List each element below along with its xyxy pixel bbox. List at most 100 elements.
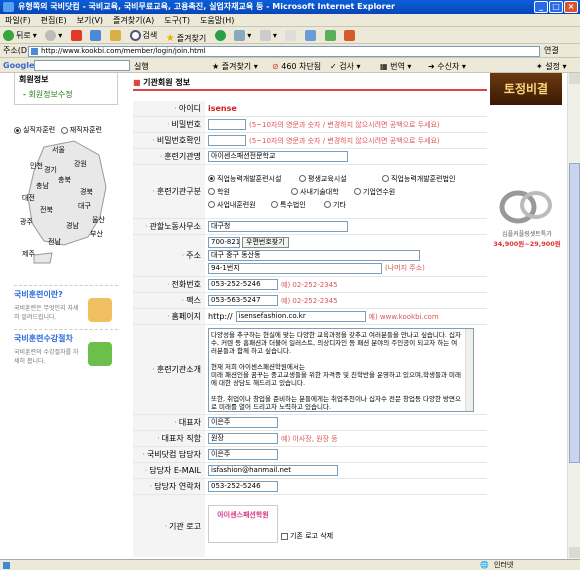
checkbox-icon bbox=[281, 532, 288, 540]
type-option[interactable]: 기타 bbox=[324, 200, 364, 210]
introduction-textarea[interactable]: 다양성을 추구하는 현실에 맞는 다양한 교육과정을 갖추고 여러분들을 만나고… bbox=[208, 327, 474, 412]
logo-delete-checkbox[interactable]: 기존 로고 삭제 bbox=[281, 531, 333, 541]
fortune-ad-banner[interactable]: 토정비결 bbox=[490, 73, 562, 105]
page-icon bbox=[31, 48, 38, 55]
phone-input[interactable]: 053-252-5246 bbox=[208, 279, 278, 290]
region-label[interactable]: 충남 bbox=[36, 181, 49, 191]
print-button[interactable] bbox=[282, 27, 299, 44]
type-option[interactable]: 학원 bbox=[208, 187, 288, 197]
info-box-procedure[interactable]: 국비훈련수강절차 국비훈련의 수강절차를 자세히 봅니다. bbox=[14, 329, 118, 369]
labor-office-input[interactable]: 대구청 bbox=[208, 221, 348, 232]
google-bookmarks-button[interactable]: ★ 즐겨찾기 ▾ bbox=[212, 61, 258, 72]
popup-blocker-button[interactable]: ⊘ 460 차단됨 bbox=[272, 61, 321, 72]
region-label[interactable]: 울산 bbox=[92, 215, 105, 225]
region-label[interactable]: 인천 bbox=[30, 161, 43, 171]
menu-view[interactable]: 보기(V) bbox=[72, 14, 108, 27]
region-label[interactable]: 충북 bbox=[58, 175, 71, 185]
maximize-button[interactable]: □ bbox=[549, 1, 563, 13]
forward-button[interactable]: ▾ bbox=[42, 27, 65, 44]
info-box-training[interactable]: 국비훈련이란? 국비훈련은 무엇인지 자세히 알려드립니다. bbox=[14, 285, 118, 325]
textarea-scrollbar[interactable] bbox=[465, 328, 473, 411]
go-button[interactable]: 연결 bbox=[544, 45, 559, 56]
research-button[interactable] bbox=[341, 27, 358, 44]
menu-help[interactable]: 도움말(H) bbox=[195, 14, 239, 27]
mail-icon bbox=[259, 30, 271, 41]
region-label[interactable]: 서울 bbox=[52, 145, 65, 155]
zipcode-input[interactable]: 700-821 bbox=[208, 237, 240, 248]
history-icon bbox=[234, 30, 246, 41]
window-titlebar: 유형쪽의 국비닷컴 - 국비교육, 국비무료교육, 고용촉진, 실업자재교육 등… bbox=[0, 0, 580, 14]
region-label[interactable]: 부산 bbox=[90, 229, 103, 239]
menu-file[interactable]: 파일(F) bbox=[0, 14, 36, 27]
ring-ad-banner[interactable]: 심플커플링셋트특가 34,900원~29,900원 bbox=[492, 183, 562, 255]
manager-input[interactable]: 이은주 bbox=[208, 449, 278, 460]
region-label[interactable]: 전남 bbox=[48, 237, 61, 247]
type-option[interactable]: 기업연수원 bbox=[354, 187, 434, 197]
member-edit-link[interactable]: - 회원정보수정 bbox=[15, 87, 117, 102]
row-introduction: 훈련기관소개 다양성을 추구하는 현실에 맞는 다양한 교육과정을 갖추고 여러… bbox=[133, 325, 487, 415]
messenger-button[interactable] bbox=[322, 27, 339, 44]
region-label[interactable]: 경기 bbox=[44, 165, 57, 175]
menu-tools[interactable]: 도구(T) bbox=[159, 14, 195, 27]
settings-button[interactable]: ✦ 설정 ▾ bbox=[536, 61, 567, 72]
radio-employed[interactable]: 재직자훈련 bbox=[60, 125, 102, 135]
row-logo: 기관 로고 아이센스패션학원 기존 로고 삭제 bbox=[133, 495, 487, 557]
password-confirm-input[interactable] bbox=[208, 135, 246, 146]
stop-button[interactable] bbox=[68, 27, 85, 44]
address2-input[interactable]: 94-1번지 bbox=[208, 263, 382, 274]
region-label[interactable]: 경북 bbox=[80, 187, 93, 197]
edit-button[interactable] bbox=[302, 27, 319, 44]
menu-favorites[interactable]: 즐겨찾기(A) bbox=[108, 14, 159, 27]
scroll-thumb[interactable] bbox=[569, 163, 580, 463]
region-label[interactable]: 강원 bbox=[74, 159, 87, 169]
refresh-button[interactable] bbox=[87, 27, 104, 44]
google-search-input[interactable] bbox=[34, 60, 130, 71]
type-option[interactable]: 직업능력개발훈련법인 bbox=[382, 174, 470, 184]
type-option[interactable]: 평생교육시설 bbox=[299, 174, 379, 184]
address-input[interactable]: http://www.kookbi.com/member/login/join.… bbox=[28, 46, 540, 57]
type-option[interactable]: 특수법인 bbox=[271, 200, 321, 210]
research-icon bbox=[344, 30, 356, 41]
homepage-input[interactable]: isensefashion.co.kr bbox=[235, 311, 366, 322]
region-label[interactable]: 대전 bbox=[22, 193, 35, 203]
scroll-down-button[interactable] bbox=[569, 547, 580, 558]
page-scrollbar[interactable] bbox=[567, 73, 580, 559]
mail-button[interactable]: ▾ bbox=[257, 27, 280, 44]
spellcheck-button[interactable]: ✓ 검사 ▾ bbox=[330, 61, 361, 72]
translate-button[interactable]: ▦ 번역 ▾ bbox=[380, 61, 411, 72]
radio-icon bbox=[324, 201, 331, 208]
institution-input[interactable]: 아이센스패션전문학교 bbox=[208, 151, 348, 162]
fax-input[interactable]: 053-563-5247 bbox=[208, 295, 278, 306]
ie-status-icon bbox=[3, 562, 10, 569]
radio-unemployed[interactable]: 실직자훈련 bbox=[14, 125, 55, 135]
ring-ad-price: 34,900원~29,900원 bbox=[493, 240, 561, 248]
rep-title-input[interactable]: 원장 bbox=[208, 433, 278, 444]
region-label[interactable]: 제주 bbox=[22, 249, 35, 259]
search-button[interactable]: 검색 bbox=[127, 27, 161, 44]
sendto-button[interactable]: ➜ 수신자 ▾ bbox=[428, 61, 466, 72]
close-button[interactable]: × bbox=[564, 1, 578, 13]
representative-input[interactable]: 이은주 bbox=[208, 417, 278, 428]
region-label[interactable]: 전북 bbox=[40, 205, 53, 215]
media-button[interactable] bbox=[212, 27, 229, 44]
minimize-button[interactable]: _ bbox=[534, 1, 548, 13]
zipcode-search-button[interactable]: 우편번호찾기 bbox=[242, 237, 289, 248]
region-label[interactable]: 경남 bbox=[66, 221, 79, 231]
back-button[interactable]: 뒤로 ▾ bbox=[0, 27, 40, 44]
contact-input[interactable]: 053-252-5246 bbox=[208, 481, 278, 492]
google-go-button[interactable]: 실행 bbox=[134, 61, 149, 72]
address1-input[interactable]: 대구 중구 동산동 bbox=[208, 250, 420, 261]
type-option[interactable]: 사내기술대학 bbox=[291, 187, 351, 197]
type-option[interactable]: 직업능력개발훈련시설 bbox=[208, 174, 296, 184]
region-label[interactable]: 광주 bbox=[20, 217, 33, 227]
block-icon: ⊘ bbox=[272, 62, 279, 71]
type-option[interactable]: 사업내훈련원 bbox=[208, 200, 268, 210]
password-input[interactable] bbox=[208, 119, 246, 130]
home-button[interactable] bbox=[107, 27, 124, 44]
history-button[interactable]: ▾ bbox=[231, 27, 254, 44]
menu-edit[interactable]: 편집(E) bbox=[36, 14, 72, 27]
scroll-up-button[interactable] bbox=[569, 73, 580, 84]
rep-title-label: 대표자 직함 bbox=[133, 431, 205, 446]
email-input[interactable]: isfashion@hanmail.net bbox=[208, 465, 338, 476]
region-label[interactable]: 대구 bbox=[78, 201, 91, 211]
